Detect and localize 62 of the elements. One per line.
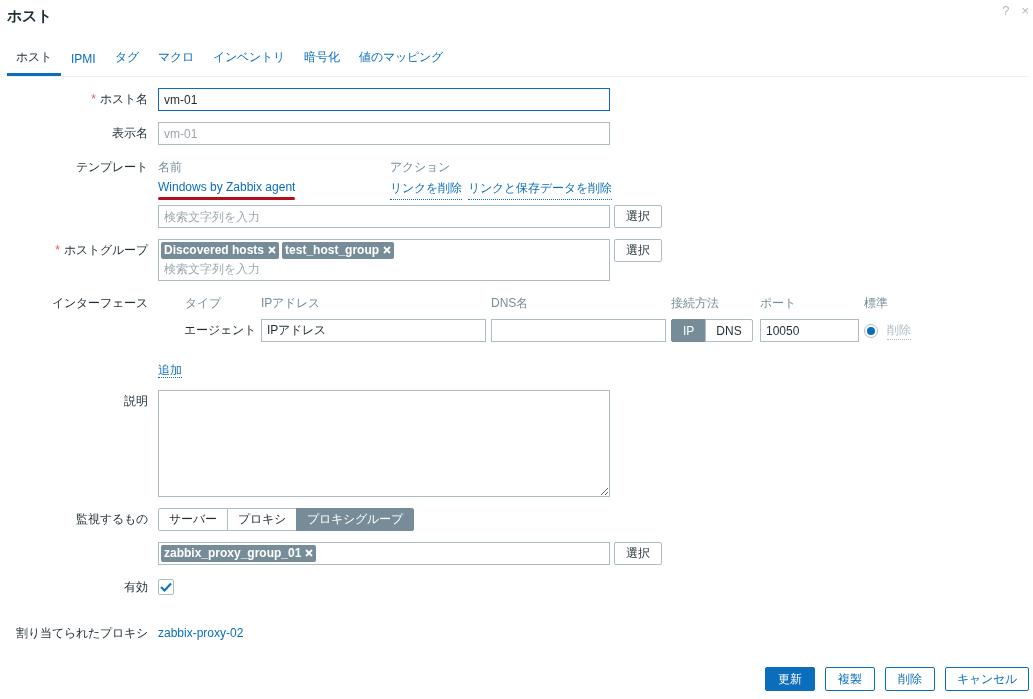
tag-chip[interactable]: zabbix_proxy_group_01 <box>161 545 317 562</box>
footer-button[interactable]: キャンセル <box>945 667 1029 691</box>
required-asterisk: * <box>55 243 60 257</box>
tag-chip[interactable]: test_host_group <box>282 242 395 259</box>
field-label: テンプレート <box>75 159 148 176</box>
add-link[interactable]: 追加 <box>158 363 182 378</box>
host-group-field[interactable]: Discovered hosts test_host_group 検索文字列を入力 <box>158 239 610 281</box>
remove-icon[interactable] <box>305 549 314 557</box>
tab[interactable]: マクロ <box>148 49 203 76</box>
proxy-group-field[interactable]: zabbix_proxy_group_01 <box>158 542 610 565</box>
select-button[interactable]: 選択 <box>614 542 662 565</box>
ip-input[interactable]: IPアドレス <box>261 319 486 342</box>
select-button[interactable]: 選択 <box>614 239 662 262</box>
action-link[interactable]: リンクを削除 <box>390 180 462 200</box>
field-label: 説明 <box>123 393 148 410</box>
column-header: 標準 <box>864 295 889 312</box>
template-search-input[interactable]: 検索文字列を入力 <box>158 205 610 228</box>
tab[interactable]: IPMI <box>62 52 105 76</box>
toggle-button[interactable]: プロキシ <box>227 508 297 531</box>
remove-icon[interactable] <box>268 246 277 254</box>
tab[interactable]: 暗号化 <box>294 49 349 76</box>
template-link[interactable]: Windows by Zabbix agent <box>158 180 296 194</box>
enabled-checkbox[interactable] <box>158 579 174 595</box>
field-label: 表示名 <box>111 125 148 142</box>
toggle-button[interactable]: IP <box>671 319 707 342</box>
interface-type: エージェント <box>183 322 256 339</box>
host-name-input[interactable]: vm-01 <box>158 88 610 111</box>
column-header: 接続方法 <box>671 295 720 312</box>
column-header: ポート <box>760 295 797 312</box>
column-header: アクション <box>390 159 451 176</box>
toggle-button[interactable]: プロキシグループ <box>296 508 414 531</box>
default-radio[interactable] <box>864 323 878 338</box>
field-label: 監視するもの <box>75 511 148 528</box>
tab[interactable]: タグ <box>105 49 148 76</box>
visible-name-input[interactable]: vm-01 <box>158 122 610 145</box>
field-label: インターフェース <box>51 295 148 312</box>
footer-button[interactable]: 削除 <box>885 667 935 691</box>
action-link[interactable]: リンクと保存データを削除 <box>468 180 612 200</box>
field-label: 割り当てられたプロキシ <box>15 625 148 642</box>
toggle-button[interactable]: DNS <box>705 319 753 342</box>
field-label: * ホストグループ <box>54 242 148 259</box>
field-label: * ホスト名 <box>90 91 148 108</box>
description-textarea[interactable] <box>158 390 610 497</box>
tab[interactable]: インベントリ <box>203 49 294 76</box>
footer-button[interactable]: 複製 <box>825 667 875 691</box>
toggle-button[interactable]: サーバー <box>158 508 228 531</box>
select-button[interactable]: 選択 <box>614 205 662 228</box>
dialog-title: ホスト <box>7 7 52 26</box>
tag-chip[interactable]: Discovered hosts <box>161 242 280 259</box>
remove-icon[interactable] <box>383 246 392 254</box>
footer-button[interactable]: 更新 <box>765 667 815 691</box>
proxy-link[interactable]: zabbix-proxy-02 <box>158 626 244 640</box>
field-label: 有効 <box>123 579 148 596</box>
column-header: タイプ <box>184 295 223 312</box>
required-asterisk: * <box>91 92 96 106</box>
column-header: IPアドレス <box>261 295 322 312</box>
tab[interactable]: 値のマッピング <box>349 49 452 76</box>
port-input[interactable]: 10050 <box>760 319 859 342</box>
column-header: DNS名 <box>491 295 530 312</box>
dns-input[interactable] <box>491 319 666 342</box>
tab[interactable]: ホスト <box>7 49 61 76</box>
column-header: 名前 <box>158 159 183 176</box>
